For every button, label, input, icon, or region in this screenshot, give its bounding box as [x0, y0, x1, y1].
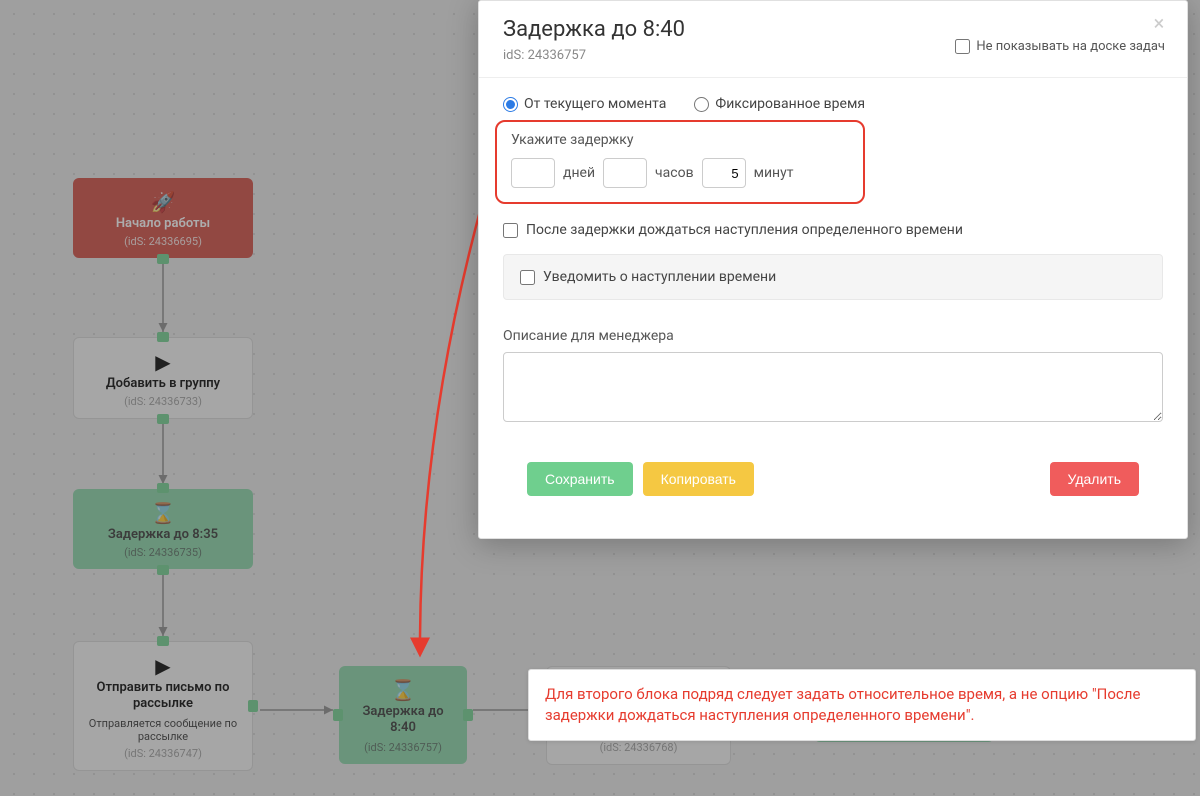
radio-from-current-input[interactable] — [503, 97, 518, 112]
modal-footer: Сохранить Копировать Удалить — [503, 462, 1163, 518]
notify-checkbox[interactable]: Уведомить о наступлении времени — [520, 269, 1146, 285]
hours-label: часов — [655, 165, 694, 181]
delay-settings-modal: × Задержка до 8:40 idS: 24336757 Не пока… — [478, 0, 1188, 539]
copy-button[interactable]: Копировать — [643, 462, 754, 496]
delay-highlight-box: Укажите задержку дней часов минут — [495, 120, 865, 204]
minutes-label: минут — [754, 165, 794, 181]
delete-button[interactable]: Удалить — [1050, 462, 1139, 496]
radio-fixed-time-input[interactable] — [694, 97, 709, 112]
notify-panel: Уведомить о наступлении времени — [503, 254, 1163, 300]
radio-fixed-time-label: Фиксированное время — [715, 96, 865, 112]
radio-from-current[interactable]: От текущего момента — [503, 96, 666, 112]
modal-header: × Задержка до 8:40 idS: 24336757 Не пока… — [479, 1, 1187, 78]
after-delay-label: После задержки дождаться наступления опр… — [526, 222, 963, 238]
notify-label: Уведомить о наступлении времени — [543, 269, 776, 285]
close-icon[interactable]: × — [1147, 11, 1171, 35]
annotation-note: Для второго блока подряд следует задать … — [528, 669, 1196, 741]
after-delay-checkbox[interactable]: После задержки дождаться наступления опр… — [503, 222, 1163, 238]
hide-on-board-label: Не показывать на доске задач — [976, 39, 1165, 54]
hours-input[interactable] — [603, 158, 647, 188]
notify-input[interactable] — [520, 270, 535, 285]
description-label: Описание для менеджера — [503, 328, 1163, 344]
minutes-input[interactable] — [702, 158, 746, 188]
delay-inputs: дней часов минут — [511, 158, 849, 188]
save-button[interactable]: Сохранить — [527, 462, 633, 496]
description-textarea[interactable] — [503, 352, 1163, 422]
radio-from-current-label: От текущего момента — [524, 96, 666, 112]
after-delay-input[interactable] — [503, 223, 518, 238]
days-input[interactable] — [511, 158, 555, 188]
modal-body: От текущего момента Фиксированное время … — [479, 78, 1187, 538]
days-label: дней — [563, 165, 595, 181]
hide-on-board-checkbox[interactable]: Не показывать на доске задач — [955, 39, 1165, 54]
hide-on-board-input[interactable] — [955, 39, 970, 54]
radio-fixed-time[interactable]: Фиксированное время — [694, 96, 865, 112]
delay-label: Укажите задержку — [511, 132, 849, 148]
delay-mode-radios: От текущего момента Фиксированное время — [503, 96, 1163, 112]
